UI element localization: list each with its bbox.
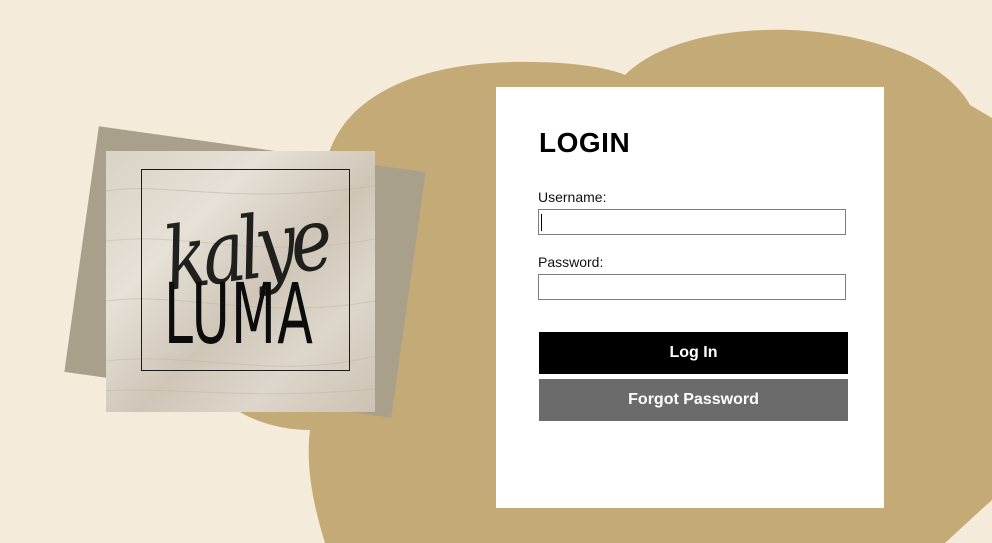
username-label: Username:	[538, 189, 607, 205]
username-input[interactable]	[538, 209, 846, 235]
login-card: LOGIN Username: Password: Log In Forgot …	[496, 87, 884, 508]
login-title: LOGIN	[539, 127, 631, 158]
password-input[interactable]	[538, 274, 846, 300]
forgot-password-button[interactable]: Forgot Password	[539, 379, 848, 421]
login-button[interactable]: Log In	[539, 332, 848, 374]
password-label: Password:	[538, 254, 604, 270]
brand-logo: kalye LUMA	[106, 151, 375, 412]
text-caret	[541, 214, 542, 231]
logo-wordmark: LUMA	[164, 265, 315, 363]
